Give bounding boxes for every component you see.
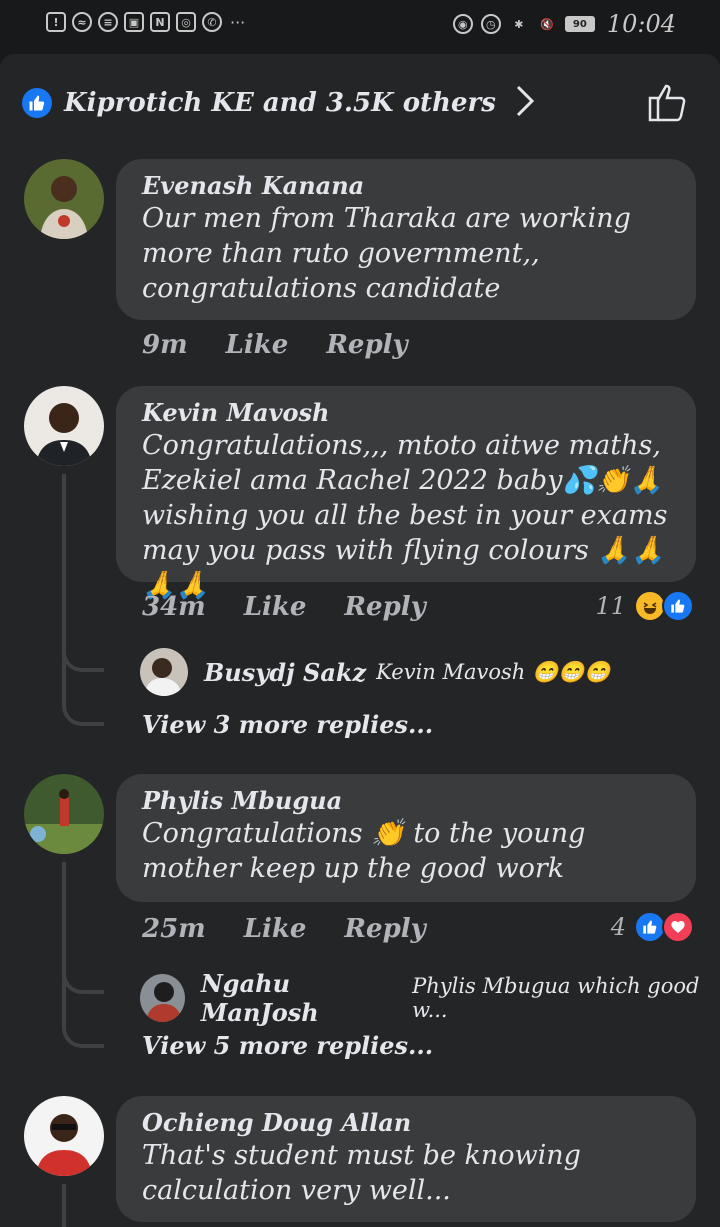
comment-bubble[interactable]: Evenash Kanana Our men from Tharaka are … (116, 159, 696, 320)
clock: 10:04 (606, 10, 676, 38)
reaction-count-number: 11 (595, 592, 626, 620)
thread-line (62, 474, 66, 704)
thread-connector (62, 614, 104, 672)
alert-icon: ! (46, 12, 66, 32)
comment-actions: 34m Like Reply (142, 592, 426, 622)
status-bar: ! ≈ ≡ ▣ N ◎ ✆ ··· ◉ ◷ ✱ 🔇 90 10:04 (0, 0, 720, 54)
reply-text: Kevin Mavosh 😁😁😁 (376, 659, 611, 684)
avatar[interactable] (24, 159, 104, 239)
reply-button[interactable]: Reply (344, 914, 425, 944)
comment-actions: 25m Like Reply (142, 914, 426, 944)
comment-text: Congratulations,,, mtoto aitwe maths, Ez… (142, 430, 668, 601)
thread-connector (62, 996, 104, 1048)
comment-text: That's student must be knowing calculati… (142, 1140, 581, 1206)
comment-author[interactable]: Kevin Mavosh (142, 398, 670, 428)
reply-author[interactable]: Ngahu ManJosh (201, 969, 402, 1027)
whatsapp-icon: ✆ (202, 12, 222, 32)
comments-sheet: Kiprotich KE and 3.5K others Evenash Kan… (0, 54, 720, 1227)
instagram-icon: ◎ (176, 12, 196, 32)
more-icon: ··· (230, 12, 246, 32)
avatar[interactable] (140, 974, 185, 1022)
reply-author[interactable]: Busydj Sakz (204, 658, 366, 687)
alarm-icon: ◷ (480, 14, 501, 34)
avatar[interactable] (24, 1096, 104, 1176)
notification-icons: ! ≈ ≡ ▣ N ◎ ✆ ··· (46, 12, 245, 32)
reaction-count[interactable]: 11 (595, 590, 694, 622)
wifi-icon: ≈ (72, 12, 92, 32)
reply-button[interactable]: Reply (326, 330, 407, 360)
like-reaction-icon (662, 590, 694, 622)
comment-time: 25m (142, 914, 206, 944)
view-more-replies-button[interactable]: View 5 more replies... (142, 1031, 433, 1060)
bluetooth-icon: ✱ (514, 17, 524, 31)
comment-actions: 9m Like Reply (142, 330, 408, 360)
netflix-icon: N (150, 12, 170, 32)
comment-text: Our men from Tharaka are working more th… (142, 203, 631, 304)
reply-preview[interactable]: Ngahu ManJosh Phylis Mbugua which good w… (140, 969, 720, 1027)
app-icon: ▣ (124, 12, 144, 32)
chevron-right-icon (514, 84, 536, 122)
avatar[interactable] (24, 386, 104, 466)
comment-time: 9m (142, 330, 188, 360)
comment-bubble[interactable]: Ochieng Doug Allan That's student must b… (116, 1096, 696, 1222)
battery-icon: 90 (564, 16, 595, 32)
avatar[interactable] (24, 774, 104, 854)
reaction-count[interactable]: 4 (611, 911, 694, 943)
comment-author[interactable]: Evenash Kanana (142, 171, 670, 201)
avatar[interactable] (140, 648, 188, 696)
mute-icon: 🔇 (539, 17, 554, 31)
love-reaction-icon (662, 911, 694, 943)
comment-time: 34m (142, 592, 206, 622)
reply-button[interactable]: Reply (344, 592, 425, 622)
reactions-summary[interactable]: Kiprotich KE and 3.5K others (22, 84, 536, 122)
comment-author[interactable]: Phylis Mbugua (142, 786, 670, 816)
thumbs-up-icon (648, 84, 686, 122)
thread-connector (62, 674, 104, 726)
thread-connector (62, 936, 104, 994)
thread-line (62, 1184, 66, 1227)
like-button[interactable]: Like (226, 330, 289, 360)
like-button[interactable]: Like (244, 592, 307, 622)
eye-icon: ◉ (452, 14, 473, 34)
reactions-text: Kiprotich KE and 3.5K others (64, 88, 496, 118)
like-button[interactable]: Like (244, 914, 307, 944)
reply-text: Phylis Mbugua which good w... (412, 974, 700, 1022)
system-icons: ◉ ◷ ✱ 🔇 90 10:04 (452, 10, 676, 38)
reply-preview[interactable]: Busydj Sakz Kevin Mavosh 😁😁😁 (140, 648, 610, 696)
like-reaction-icon (22, 88, 52, 118)
comment-bubble[interactable]: Phylis Mbugua Congratulations 👏 to the y… (116, 774, 696, 902)
comment-bubble[interactable]: Kevin Mavosh Congratulations,,, mtoto ai… (116, 386, 696, 601)
comment-text: Congratulations 👏 to the young mother ke… (142, 818, 586, 884)
view-more-replies-button[interactable]: View 3 more replies... (142, 710, 433, 739)
like-post-button[interactable] (646, 80, 690, 128)
comment-author[interactable]: Ochieng Doug Allan (142, 1108, 670, 1138)
reaction-count-number: 4 (610, 913, 626, 941)
spotify-icon: ≡ (98, 12, 118, 32)
